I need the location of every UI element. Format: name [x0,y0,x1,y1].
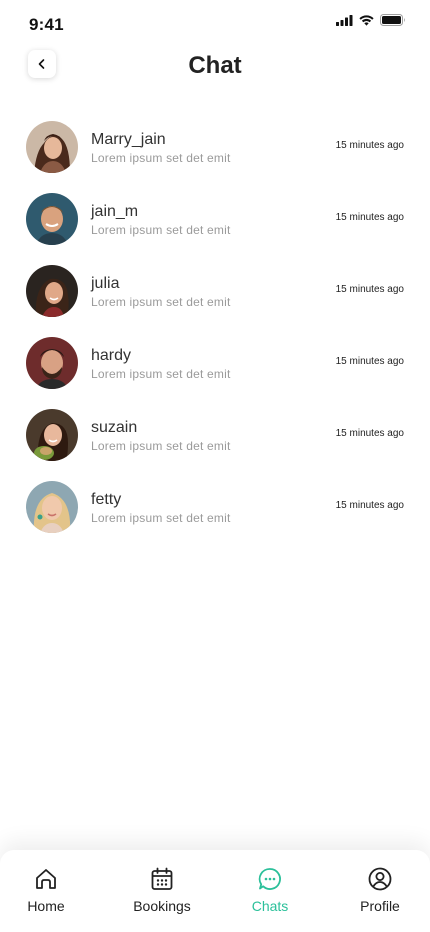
nav-item-bookings[interactable]: Bookings [117,866,207,914]
chat-preview: Lorem ipsum set det emit [91,295,231,309]
calendar-icon [151,867,173,890]
nav-label: Chats [251,898,289,914]
header: Chat [0,46,430,86]
avatar [26,481,78,533]
status-time: 9:41 [29,15,64,34]
signal-icon [336,14,353,26]
chat-list-item[interactable]: julia Lorem ipsum set det emit 15 minute… [0,262,430,334]
chat-preview: Lorem ipsum set det emit [91,151,231,165]
nav-item-home[interactable]: Home [1,866,91,914]
chat-timestamp: 15 minutes ago [335,356,404,367]
bottom-nav: Home Bookings Chats Profile [0,850,430,932]
chat-timestamp: 15 minutes ago [335,140,404,151]
status-icons [336,14,406,26]
nav-label: Home [27,898,65,914]
chat-name: Marry_jain [91,131,166,148]
chat-screen: 9:41 Chat Marry_jain Lorem ipsum set det… [0,0,430,932]
chat-list-item[interactable]: fetty Lorem ipsum set det emit 15 minute… [0,478,430,550]
nav-item-chats[interactable]: Chats [225,866,315,914]
wifi-icon [359,14,374,26]
avatar [26,193,78,245]
chat-timestamp: 15 minutes ago [335,212,404,223]
status-bar: 9:41 [0,0,430,44]
chat-preview: Lorem ipsum set det emit [91,367,231,381]
nav-label: Profile [360,898,400,914]
avatar [26,409,78,461]
chat-preview: Lorem ipsum set det emit [91,223,231,237]
avatar [26,265,78,317]
chat-preview: Lorem ipsum set det emit [91,511,231,525]
chat-timestamp: 15 minutes ago [335,428,404,439]
chat-list: Marry_jain Lorem ipsum set det emit 15 m… [0,118,430,550]
avatar [26,121,78,173]
chat-timestamp: 15 minutes ago [335,284,404,295]
nav-item-profile[interactable]: Profile [335,866,425,914]
page-title: Chat [188,52,242,79]
chat-name: suzain [91,419,138,436]
chat-list-item[interactable]: Marry_jain Lorem ipsum set det emit 15 m… [0,118,430,190]
chat-bubble-icon [258,868,281,890]
chat-preview: Lorem ipsum set det emit [91,439,231,453]
nav-label: Bookings [133,898,191,914]
chat-list-item[interactable]: hardy Lorem ipsum set det emit 15 minute… [0,334,430,406]
chat-name: julia [91,275,120,292]
avatar [26,337,78,389]
chat-name: fetty [91,491,122,508]
chat-name: hardy [91,347,132,364]
chat-timestamp: 15 minutes ago [335,500,404,511]
user-circle-icon [368,867,392,891]
chat-list-item[interactable]: jain_m Lorem ipsum set det emit 15 minut… [0,190,430,262]
battery-icon [380,14,405,26]
chat-name: jain_m [91,203,139,220]
home-icon [36,869,56,889]
chat-list-item[interactable]: suzain Lorem ipsum set det emit 15 minut… [0,406,430,478]
